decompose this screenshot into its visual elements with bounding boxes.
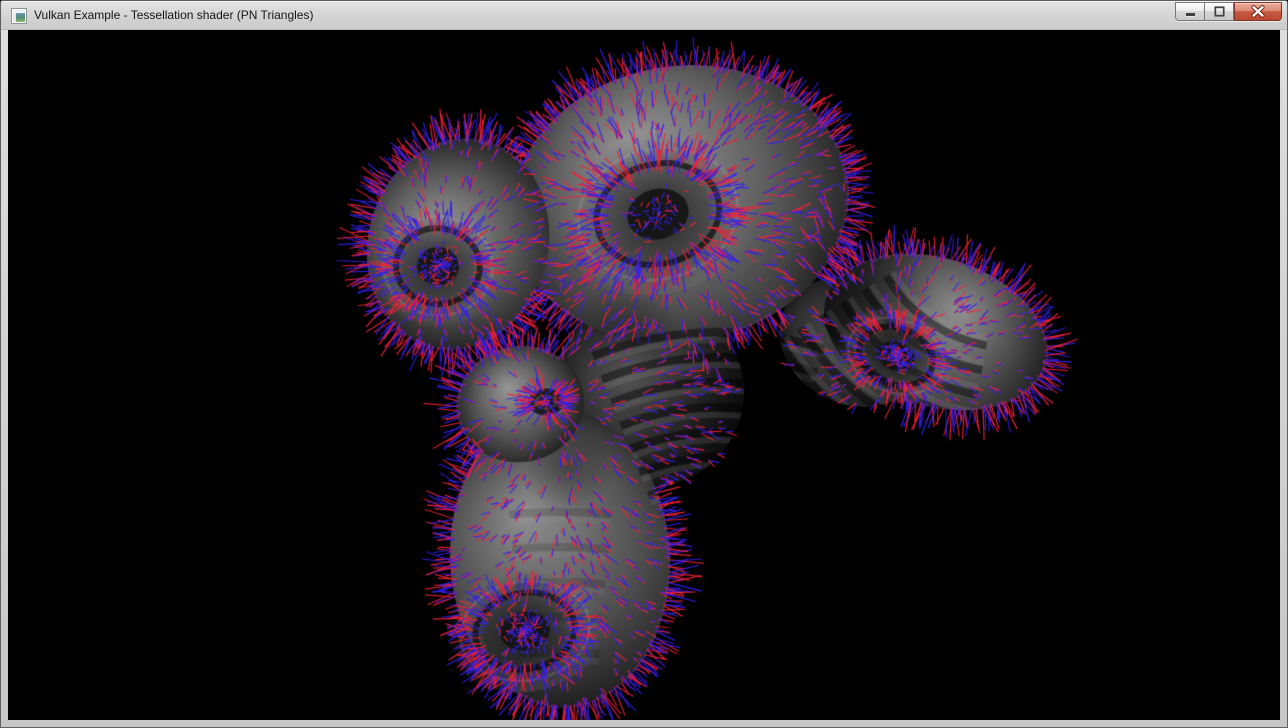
maximize-icon xyxy=(1205,3,1233,20)
app-window: Vulkan Example - Tessellation shader (PN… xyxy=(0,0,1288,728)
minimize-button[interactable] xyxy=(1175,2,1204,21)
close-button[interactable] xyxy=(1234,2,1282,21)
window-title: Vulkan Example - Tessellation shader (PN… xyxy=(34,8,313,23)
vulkan-render-canvas[interactable] xyxy=(8,30,1280,720)
application-window-icon xyxy=(11,8,27,24)
maximize-button[interactable] xyxy=(1204,2,1234,21)
render-viewport xyxy=(8,30,1280,720)
window-controls xyxy=(1175,2,1282,21)
minimize-icon xyxy=(1177,3,1204,20)
titlebar[interactable]: Vulkan Example - Tessellation shader (PN… xyxy=(1,1,1287,30)
app-icon xyxy=(11,8,27,24)
close-icon xyxy=(1235,3,1281,20)
